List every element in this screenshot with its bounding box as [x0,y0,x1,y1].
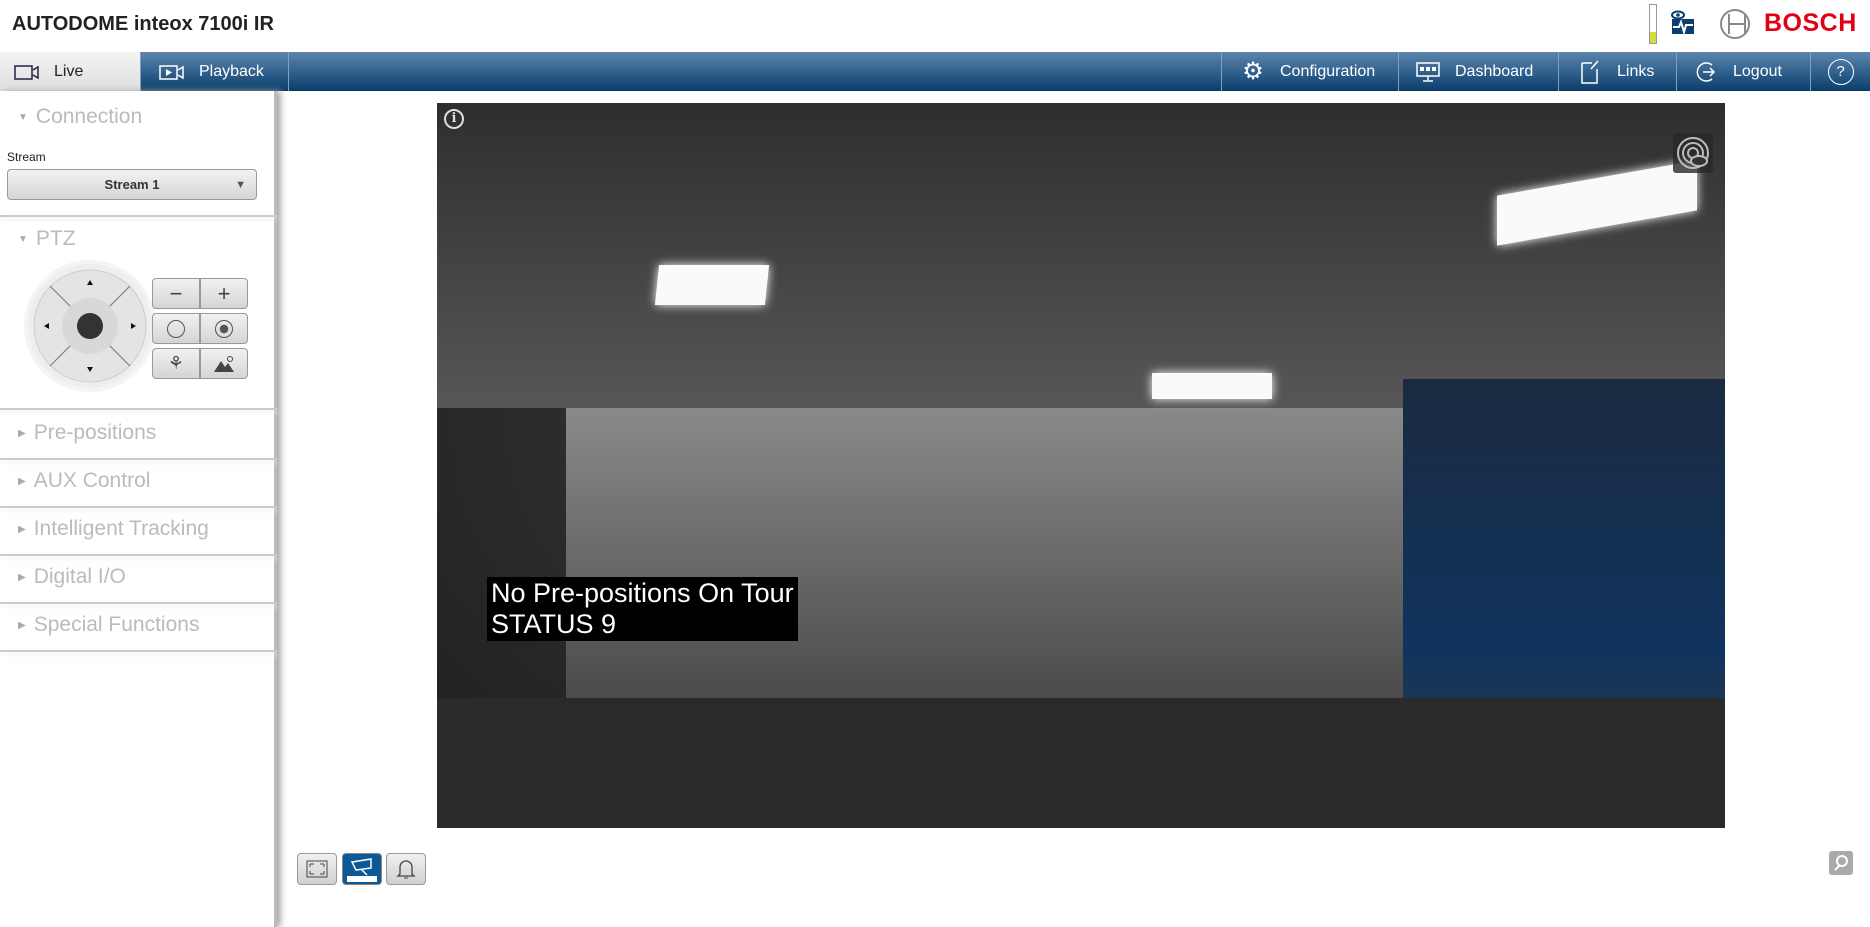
ptz-joystick[interactable] [28,264,152,388]
chevron-right-icon: ▶ [18,427,26,439]
fullscreen-button[interactable] [297,853,337,885]
chevron-down-icon: ▼ [235,178,246,191]
divider [0,650,277,652]
dashboard-label: Dashboard [1455,62,1534,80]
section-title: AUX Control [33,469,151,492]
fullscreen-icon [306,860,328,878]
chevron-down-icon: ▼ [18,111,28,123]
bosch-armature-logo [1720,9,1750,39]
stream-select[interactable]: Stream 1 ▼ [7,169,257,200]
gear-icon: ⚙ [1242,58,1264,85]
live-video[interactable]: i No Pre-positions On Tour STATUS 9 [437,103,1725,828]
links-label: Links [1617,62,1655,80]
flower-icon: ⚘ [167,353,185,373]
video-overlay-text: No Pre-positions On Tour STATUS 9 [487,577,798,641]
iris-open-icon [215,319,233,338]
alarm-button[interactable] [386,853,426,885]
bosch-logo: BOSCH [1764,9,1857,37]
section-intelligent-tracking[interactable]: ▶ Intelligent Tracking [18,517,209,541]
signal-level-indicator [1649,4,1657,44]
divider [0,458,277,460]
divider [0,506,277,508]
video-ceiling [437,103,1725,408]
video-lamp [654,265,770,305]
app-title: AUTODOME inteox 7100i IR [12,13,274,35]
iris-close-button[interactable] [152,313,200,344]
camera-icon [14,61,40,83]
section-digital-i-o[interactable]: ▶ Digital I/O [18,565,126,589]
main-nav: Live Playback ⚙ Configuration Dashboard … [0,52,1870,91]
section-title: Intelligent Tracking [33,517,209,540]
chevron-right-icon: ▶ [18,475,26,487]
camera-app-icon [347,858,377,882]
logout-button[interactable]: Logout [1676,52,1810,91]
focus-near-button[interactable]: ⚘ [152,348,200,379]
logout-icon [1693,61,1719,83]
section-title: Pre-positions [33,421,157,444]
divider [0,554,277,556]
chevron-right-icon: ▶ [18,523,26,535]
iris-close-icon [167,319,185,338]
landscape-icon [214,355,234,372]
tab-live[interactable]: Live [0,52,140,91]
links-button[interactable]: Links [1558,52,1676,91]
video-wall [565,407,1468,698]
sidebar: ▼ Connection Stream Stream 1 ▼ ▼ PTZ − + ⚘ … [0,91,277,927]
section-title: Digital I/O [33,565,126,588]
storage-icon[interactable] [1829,851,1853,875]
divider [0,408,277,410]
divider [0,215,277,217]
section-ptz[interactable]: ▼ PTZ [18,227,76,251]
info-icon[interactable]: i [444,109,464,129]
stream-value: Stream 1 [104,177,160,192]
configuration-label: Configuration [1280,62,1376,80]
ir-illumination-icon[interactable] [1673,133,1713,173]
section-connection[interactable]: ▼ Connection [18,105,142,129]
overlay-line-2: STATUS 9 [491,609,617,639]
monitor-icon [1415,61,1441,83]
chevron-right-icon: ▶ [18,571,26,583]
top-bar: AUTODOME inteox 7100i IR BOSCH [0,0,1870,52]
video-floor [437,697,1725,828]
tab-playback-label: Playback [199,62,264,80]
section-pre-positions[interactable]: ▶ Pre-positions [18,421,156,445]
chevron-down-icon: ▼ [18,233,28,245]
section-connection-title: Connection [35,105,143,128]
zoom-out-button[interactable]: − [152,278,200,309]
divider [0,602,277,604]
section-aux-control[interactable]: ▶ AUX Control [18,469,150,493]
level-fill [1650,31,1656,43]
logout-label: Logout [1733,62,1782,80]
focus-far-button[interactable] [200,348,248,379]
section-ptz-title: PTZ [35,227,76,250]
playback-icon [159,61,185,83]
iris-open-button[interactable] [200,313,248,344]
nav-divider [288,52,289,91]
stream-label: Stream [7,150,46,164]
dashboard-button[interactable]: Dashboard [1398,52,1558,91]
section-title: Special Functions [33,613,200,636]
bell-icon [396,860,416,879]
tab-playback[interactable]: Playback [140,52,288,91]
configuration-button[interactable]: ⚙ Configuration [1221,52,1398,91]
video-lamp [1152,373,1272,399]
monitoring-eye-icon[interactable] [1670,10,1696,34]
section-special-functions[interactable]: ▶ Special Functions [18,613,199,637]
video-app-button[interactable] [342,853,382,885]
help-button[interactable]: ? [1810,52,1870,91]
zoom-in-button[interactable]: + [200,278,248,309]
link-icon [1577,60,1603,84]
help-icon: ? [1827,58,1854,85]
tab-live-label: Live [54,62,84,80]
chevron-right-icon: ▶ [18,619,26,631]
overlay-line-1: No Pre-positions On Tour [491,578,794,608]
